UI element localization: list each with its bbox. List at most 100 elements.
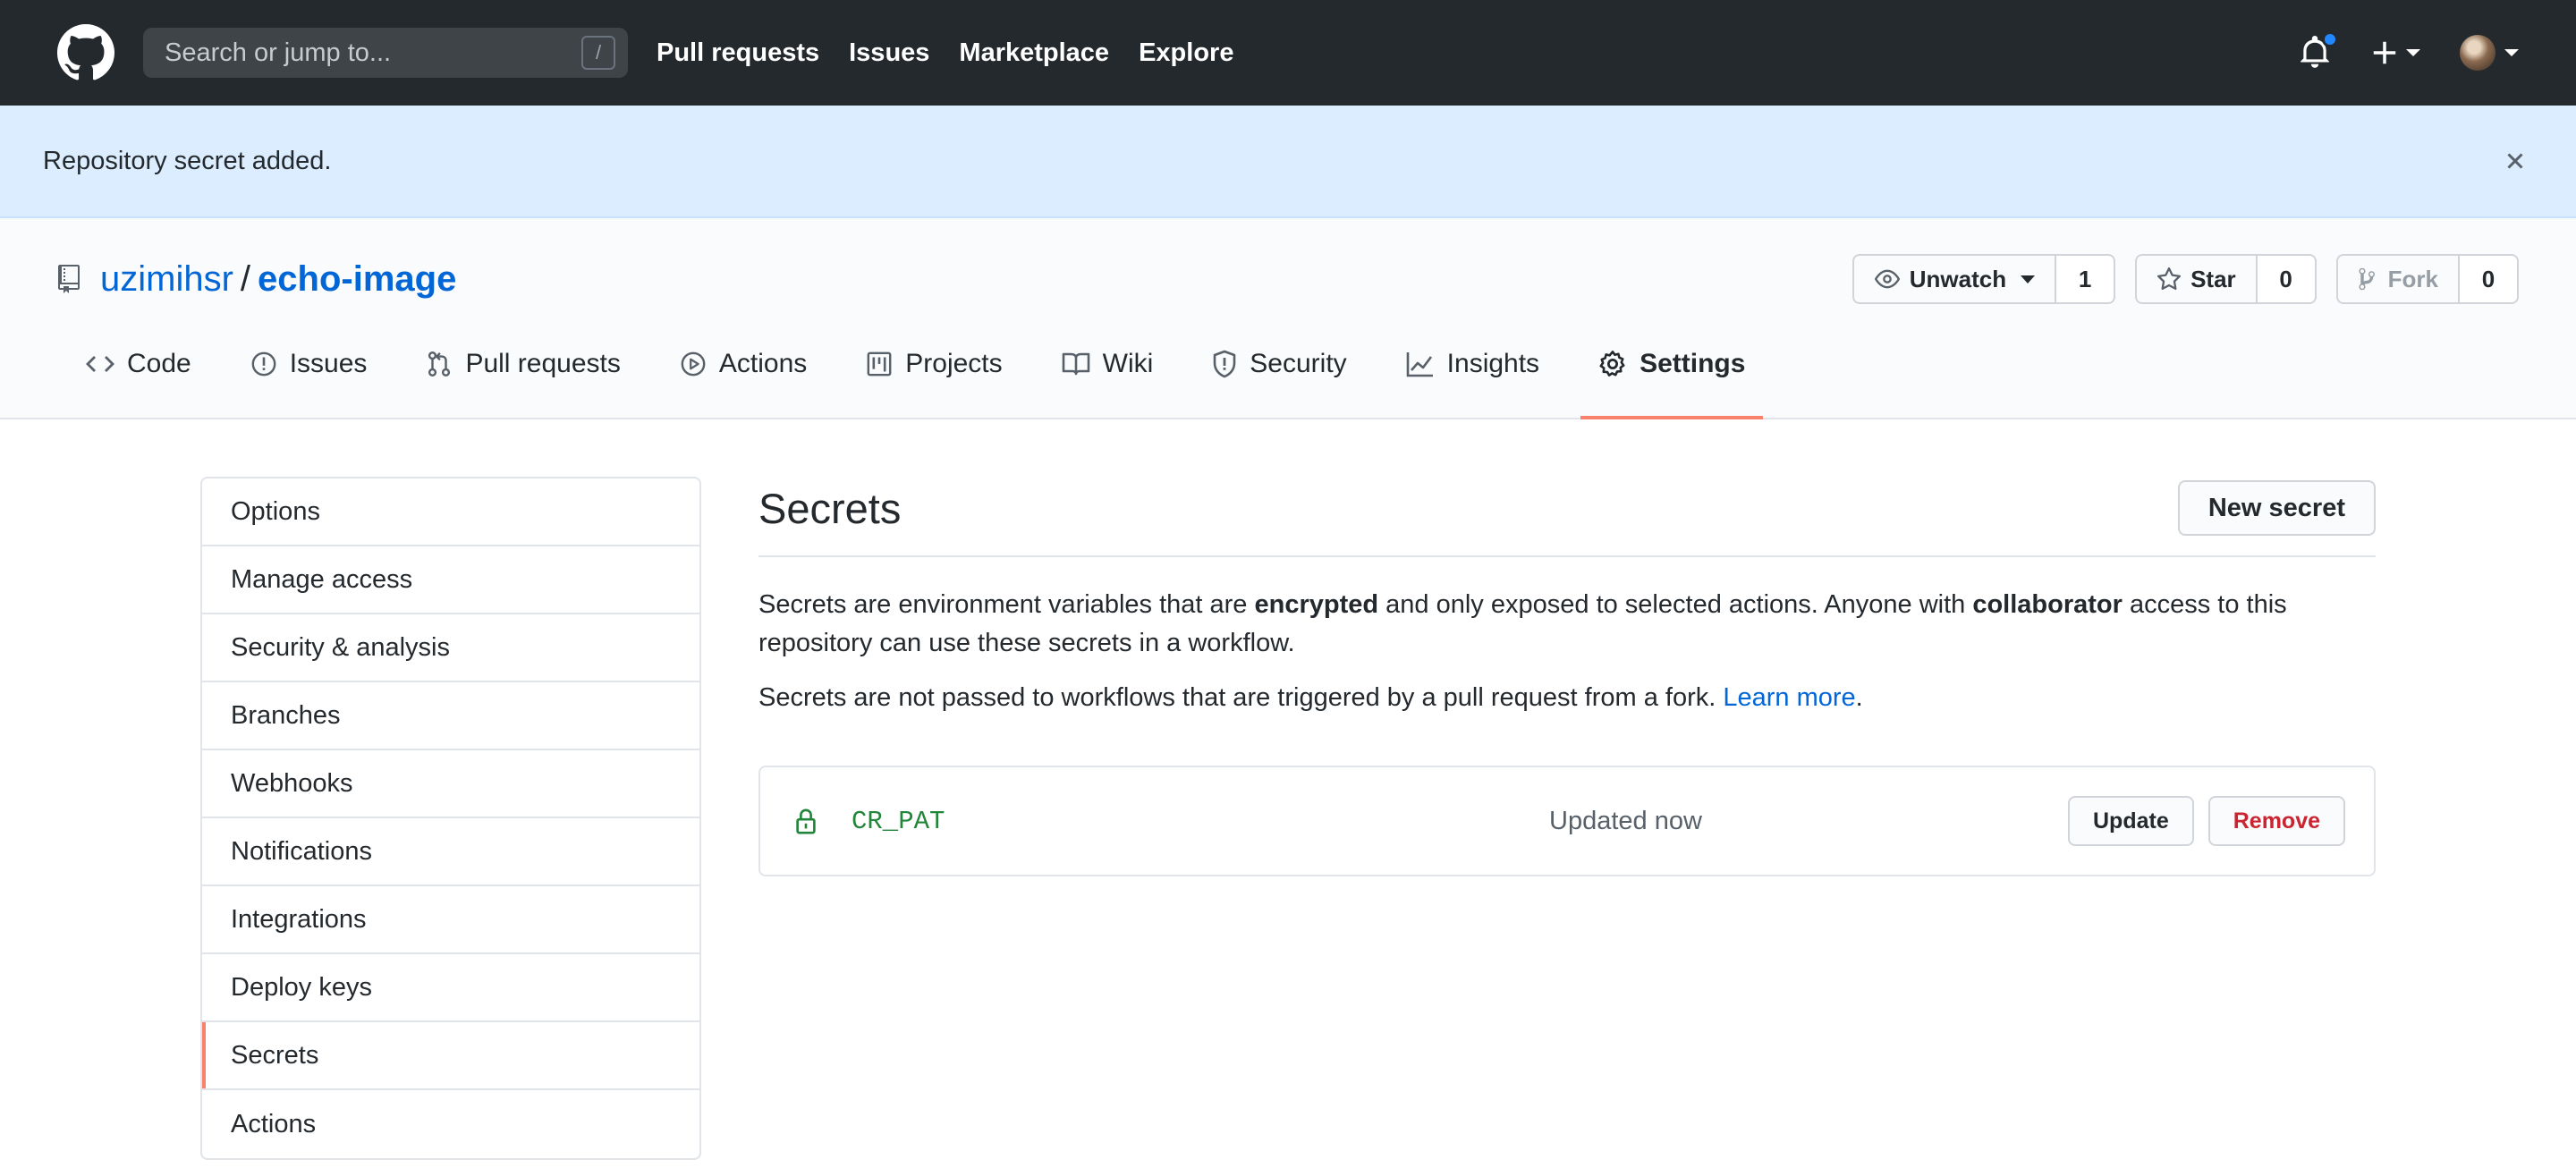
- menu-item-manage-access[interactable]: Manage access: [202, 546, 699, 614]
- gear-icon: [1598, 350, 1627, 378]
- tab-label: Security: [1250, 349, 1347, 378]
- unwatch-button[interactable]: Unwatch: [1852, 254, 2057, 304]
- nav-pull-requests[interactable]: Pull requests: [657, 38, 819, 68]
- tab-security[interactable]: Security: [1194, 316, 1364, 418]
- description-emphasis: encrypted: [1254, 590, 1379, 619]
- search-input[interactable]: Search or jump to... /: [143, 28, 628, 78]
- menu-item-actions[interactable]: Actions: [202, 1090, 699, 1158]
- code-icon: [86, 352, 114, 376]
- repo-actions: Unwatch 1 Star 0 Fork 0: [1833, 254, 2519, 304]
- repository-header: uzimihsr / echo-image Unwatch 1 Star 0 F…: [0, 218, 2576, 419]
- header-actions: [2297, 31, 2519, 71]
- watch-group: Unwatch 1: [1852, 254, 2116, 304]
- subhead: Secrets New secret: [758, 477, 2376, 557]
- nav-issues[interactable]: Issues: [849, 38, 929, 68]
- page-title: Secrets: [758, 484, 902, 532]
- search-placeholder: Search or jump to...: [165, 38, 392, 67]
- menu-item-secrets[interactable]: Secrets: [202, 1022, 699, 1090]
- avatar: [2460, 35, 2496, 71]
- star-button[interactable]: Star: [2135, 254, 2258, 304]
- repo-title: uzimihsr / echo-image: [57, 254, 456, 304]
- chevron-down-icon: [2406, 49, 2420, 56]
- tab-settings[interactable]: Settings: [1580, 316, 1764, 419]
- flash-message: Repository secret added.: [43, 146, 332, 175]
- fork-note-end: .: [1855, 683, 1863, 712]
- menu-item-branches[interactable]: Branches: [202, 682, 699, 750]
- menu-item-options[interactable]: Options: [202, 478, 699, 546]
- tab-projects[interactable]: Projects: [848, 316, 1020, 418]
- menu-item-webhooks[interactable]: Webhooks: [202, 750, 699, 818]
- description-text: Secrets are environment variables that a…: [758, 590, 1255, 619]
- fork-icon: [2359, 267, 2375, 291]
- flash-notice: Repository secret added.: [0, 106, 2576, 218]
- chevron-down-icon: [2504, 49, 2519, 56]
- update-secret-button[interactable]: Update: [2068, 796, 2194, 846]
- tab-code[interactable]: Code: [68, 316, 209, 418]
- secrets-list: CR_PAT Updated now Update Remove: [758, 766, 2376, 876]
- remove-secret-button[interactable]: Remove: [2207, 796, 2345, 846]
- star-label: Star: [2190, 265, 2236, 292]
- tab-pull-requests[interactable]: Pull requests: [408, 316, 638, 418]
- repo-owner-link[interactable]: uzimihsr: [100, 259, 233, 300]
- tab-issues[interactable]: Issues: [233, 316, 386, 418]
- fork-button[interactable]: Fork: [2335, 254, 2460, 304]
- menu-item-notifications[interactable]: Notifications: [202, 818, 699, 886]
- repo-name-link[interactable]: echo-image: [258, 259, 456, 300]
- menu-item-integrations[interactable]: Integrations: [202, 886, 699, 954]
- issue-icon: [250, 351, 277, 377]
- secrets-description: Secrets are environment variables that a…: [758, 586, 2376, 663]
- eye-icon: [1874, 269, 1900, 289]
- close-icon[interactable]: [2497, 143, 2533, 179]
- create-new-dropdown[interactable]: [2372, 40, 2420, 65]
- repo-tabs: Code Issues Pull requests Actions Projec…: [68, 316, 1786, 419]
- secret-name: CR_PAT: [852, 806, 945, 836]
- fork-label: Fork: [2387, 265, 2438, 292]
- chevron-down-icon: [2021, 275, 2036, 284]
- pull-request-icon: [426, 350, 453, 378]
- global-header: Search or jump to... / Pull requests Iss…: [0, 0, 2576, 106]
- tab-label: Pull requests: [465, 349, 621, 378]
- tab-label: Insights: [1446, 349, 1540, 378]
- star-group: Star 0: [2135, 254, 2317, 304]
- nav-marketplace[interactable]: Marketplace: [959, 38, 1109, 68]
- play-icon: [680, 351, 707, 377]
- menu-item-deploy-keys[interactable]: Deploy keys: [202, 954, 699, 1022]
- tab-label: Issues: [289, 349, 368, 378]
- stargazers-count[interactable]: 0: [2257, 254, 2317, 304]
- new-secret-button[interactable]: New secret: [2177, 480, 2376, 536]
- forks-count[interactable]: 0: [2460, 254, 2519, 304]
- description-text: and only exposed to selected actions. An…: [1378, 590, 1973, 619]
- project-icon: [866, 351, 893, 377]
- search-shortcut-key: /: [581, 36, 615, 70]
- menu-item-security-analysis[interactable]: Security & analysis: [202, 614, 699, 682]
- notifications-bell-icon[interactable]: [2297, 31, 2338, 71]
- settings-layout: Options Manage access Security & analysi…: [0, 419, 2576, 1160]
- fork-note: Secrets are not passed to workflows that…: [758, 679, 2376, 717]
- watchers-count[interactable]: 1: [2056, 254, 2116, 304]
- user-menu-dropdown[interactable]: [2460, 35, 2519, 71]
- secrets-content: Secrets New secret Secrets are environme…: [758, 477, 2376, 1160]
- lock-icon: [794, 808, 821, 834]
- learn-more-link[interactable]: Learn more: [1723, 683, 1855, 712]
- description-emphasis: collaborator: [1972, 590, 2123, 619]
- tab-label: Projects: [905, 349, 1003, 378]
- book-icon: [1062, 351, 1090, 377]
- fork-group: Fork 0: [2335, 254, 2519, 304]
- unwatch-label: Unwatch: [1909, 265, 2007, 292]
- tab-label: Actions: [718, 349, 808, 378]
- fork-note-text: Secrets are not passed to workflows that…: [758, 683, 1724, 712]
- repo-icon: [58, 265, 80, 293]
- tab-actions[interactable]: Actions: [662, 316, 825, 418]
- shield-icon: [1212, 350, 1237, 378]
- global-nav: Pull requests Issues Marketplace Explore: [657, 38, 1263, 68]
- tab-label: Wiki: [1102, 349, 1154, 378]
- star-icon: [2157, 267, 2182, 290]
- nav-explore[interactable]: Explore: [1139, 38, 1233, 68]
- tab-wiki[interactable]: Wiki: [1044, 316, 1172, 418]
- github-logo-icon[interactable]: [57, 24, 114, 81]
- repo-separator: /: [240, 258, 251, 299]
- secret-updated: Updated now: [1549, 806, 1702, 835]
- tab-insights[interactable]: Insights: [1388, 316, 1557, 418]
- plus-icon: [2373, 41, 2396, 64]
- tab-label: Settings: [1640, 349, 1746, 378]
